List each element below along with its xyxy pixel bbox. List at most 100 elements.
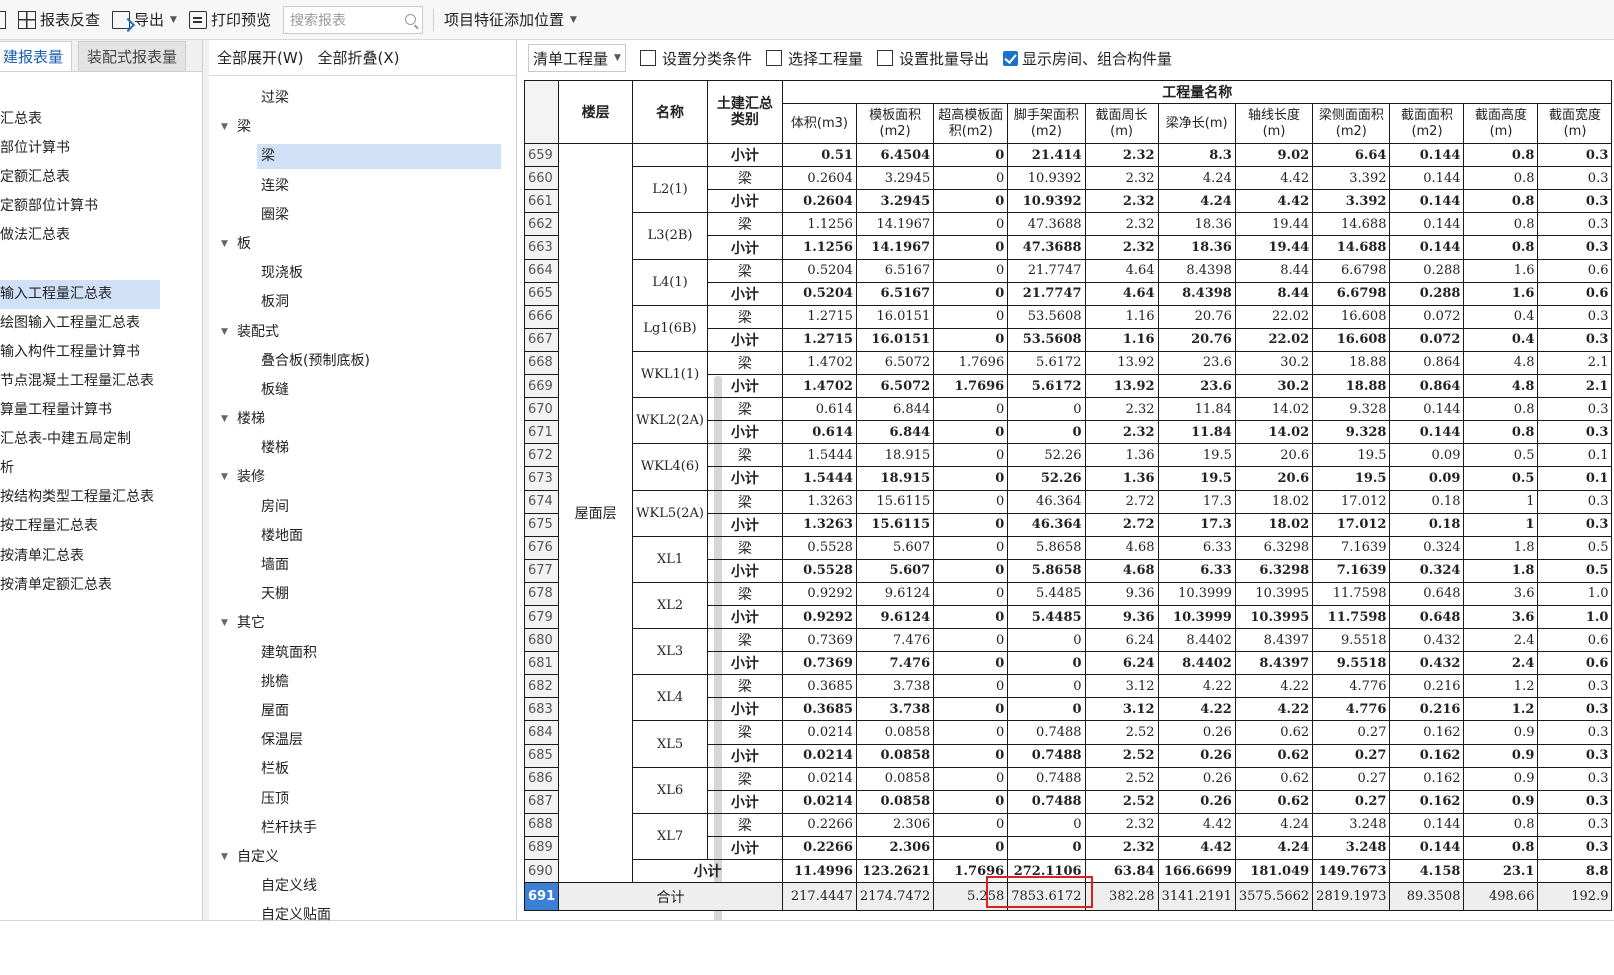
quantity-cell[interactable]: 1 [1463,512,1539,537]
quantity-cell[interactable]: 0.648 [1389,581,1465,606]
category-cell[interactable]: 小计 [706,697,783,722]
quantity-cell[interactable]: 2.32 [1084,166,1159,191]
quantity-cell[interactable]: 11.84 [1157,397,1236,422]
quantity-cell[interactable]: 7.1639 [1312,535,1391,560]
quantity-cell[interactable]: 17.012 [1312,512,1391,537]
report-list-item[interactable]: 定额部位计算书 [0,192,160,221]
quantity-cell[interactable]: 0 [933,304,1009,329]
quantity-cell[interactable]: 2.72 [1084,512,1159,537]
quantity-cell[interactable]: 4.776 [1312,697,1391,722]
quantity-cell[interactable]: 6.844 [855,420,935,445]
quantity-cell[interactable]: 0.0214 [781,766,857,791]
quantity-cell[interactable]: 2.32 [1084,835,1159,861]
quantity-cell[interactable]: 18.02 [1234,489,1314,514]
quantity-cell[interactable]: 0.5 [1537,535,1613,560]
quantity-cell[interactable]: 52.26 [1007,443,1086,468]
quantity-cell[interactable]: 6.5072 [855,374,935,399]
quantity-cell[interactable]: 0 [933,258,1009,283]
quantity-cell[interactable]: 0.144 [1389,812,1465,837]
quantity-cell[interactable]: 3.6 [1463,581,1539,606]
component-name-cell[interactable]: WKL4(6) [632,443,708,491]
quantity-cell[interactable]: 0.144 [1389,212,1465,237]
quantity-cell[interactable]: 5.607 [855,535,935,560]
quantity-cell[interactable]: 0.2266 [781,812,857,837]
quantity-cell[interactable]: 0.1 [1537,443,1613,468]
quantity-cell[interactable]: 0 [933,674,1009,699]
quantity-cell[interactable]: 0.288 [1389,281,1465,306]
subtotal-cell[interactable]: 1.7696 [933,858,1009,884]
quantity-cell[interactable]: 7.1639 [1312,558,1391,583]
quantity-cell[interactable]: 0.5 [1463,443,1539,468]
print-preview-button[interactable]: 打印预览 [183,0,277,40]
quantity-cell[interactable]: 1.36 [1084,443,1159,468]
tree-leaf-node[interactable]: 保温层 [209,726,509,755]
quantity-cell[interactable]: 9.5518 [1312,628,1391,653]
quantity-cell[interactable]: 0.3 [1537,512,1613,537]
total-cell[interactable]: 2174.7472 [855,882,935,912]
quantity-cell[interactable]: 0.3 [1537,789,1613,814]
quantity-cell[interactable]: 5.8658 [1007,535,1086,560]
tree-leaf-node[interactable]: 挑檐 [209,668,509,697]
quantity-cell[interactable]: 0.62 [1234,720,1314,745]
quantity-cell[interactable]: 21.7747 [1007,258,1086,283]
category-cell[interactable]: 梁 [706,489,783,514]
quantity-cell[interactable]: 0.6 [1537,628,1613,653]
quantity-cell[interactable]: 0.162 [1389,743,1465,768]
tree-group-node[interactable]: ▼ 楼梯 [209,405,509,434]
quantity-cell[interactable]: 10.3995 [1234,581,1314,606]
quantity-cell[interactable]: 0.6 [1537,258,1613,283]
tree-group-node[interactable]: ▼ 装修 [209,463,509,492]
expand-triangle-icon[interactable]: ▼ [221,318,228,347]
quantity-cell[interactable]: 5.607 [855,558,935,583]
category-cell[interactable]: 梁 [706,350,783,376]
tree-leaf-node[interactable]: 天棚 [209,580,509,609]
quantity-cell[interactable]: 0.0858 [855,766,935,791]
quantity-cell[interactable]: 0.0214 [781,743,857,768]
quantity-cell[interactable]: 1.1256 [781,212,857,237]
quantity-cell[interactable]: 18.02 [1234,512,1314,537]
table-row[interactable]: 660 L2(1) 梁 0.2604 3.2945 0 10.9392 2.32 4.24 4.4… [524,166,1613,214]
category-cell[interactable]: 梁 [706,443,783,468]
grand-total-row[interactable]: 691 合计 217.4447 2174.7472 5.258 7853.6172 382.… [524,882,1613,912]
quantity-cell[interactable]: 6.64 [1312,143,1391,168]
quantity-cell[interactable]: 0.072 [1389,304,1465,329]
quantity-cell[interactable]: 0.62 [1234,789,1314,814]
quantity-cell[interactable]: 11.84 [1157,420,1236,445]
component-name-cell[interactable] [632,143,708,168]
quantity-cell[interactable]: 2.32 [1084,397,1159,422]
quantity-cell[interactable]: 4.24 [1157,166,1236,191]
quantity-cell[interactable]: 18.36 [1157,235,1236,260]
quantity-cell[interactable]: 4.24 [1234,812,1314,837]
quantity-cell[interactable]: 2.32 [1084,212,1159,237]
quantity-cell[interactable]: 30.2 [1234,374,1314,399]
quantity-cell[interactable]: 4.22 [1234,674,1314,699]
quantity-cell[interactable]: 0.144 [1389,835,1465,861]
report-list-item[interactable]: 定额汇总表 [0,163,160,192]
quantity-cell[interactable]: 3.12 [1084,697,1159,722]
quantity-cell[interactable]: 52.26 [1007,466,1086,491]
quantity-cell[interactable]: 5.4485 [1007,581,1086,606]
total-cell[interactable]: 89.3508 [1389,882,1465,912]
table-row[interactable]: 659 屋面层 小计 0.51 6.4504 0 21.414 2.32 8.3 9.02 6.64… [524,143,1613,884]
tree-leaf-node[interactable]: 现浇板 [209,259,509,288]
quantity-cell[interactable]: 8.4402 [1157,628,1236,653]
quantity-cell[interactable]: 1.4702 [781,374,857,399]
select-quantity-button[interactable]: 选择工程量 [760,48,869,69]
quantity-cell[interactable]: 3.6 [1463,604,1539,630]
report-list-item[interactable]: 绘图输入工程量汇总表 [0,309,160,338]
component-name-cell[interactable]: WKL5(2A) [632,489,708,537]
quantity-cell[interactable]: 0.62 [1234,766,1314,791]
quantity-cell[interactable]: 0.3 [1537,720,1613,745]
quantity-cell[interactable]: 18.915 [855,466,935,491]
quantity-cell[interactable]: 5.4485 [1007,604,1086,630]
quantity-cell[interactable]: 19.44 [1234,212,1314,237]
quantity-cell[interactable]: 2.1 [1537,350,1613,376]
quantity-cell[interactable]: 0 [1007,420,1086,445]
subtotal-cell[interactable]: 8.8 [1537,858,1613,884]
quantity-cell[interactable]: 6.5167 [855,281,935,306]
quantity-cell[interactable]: 0 [1007,628,1086,653]
component-name-cell[interactable]: L4(1) [632,258,708,306]
tree-leaf-node[interactable]: 压顶 [209,785,509,814]
tree-leaf-node[interactable]: 房间 [209,493,509,522]
quantity-cell[interactable]: 0.3 [1537,674,1613,699]
